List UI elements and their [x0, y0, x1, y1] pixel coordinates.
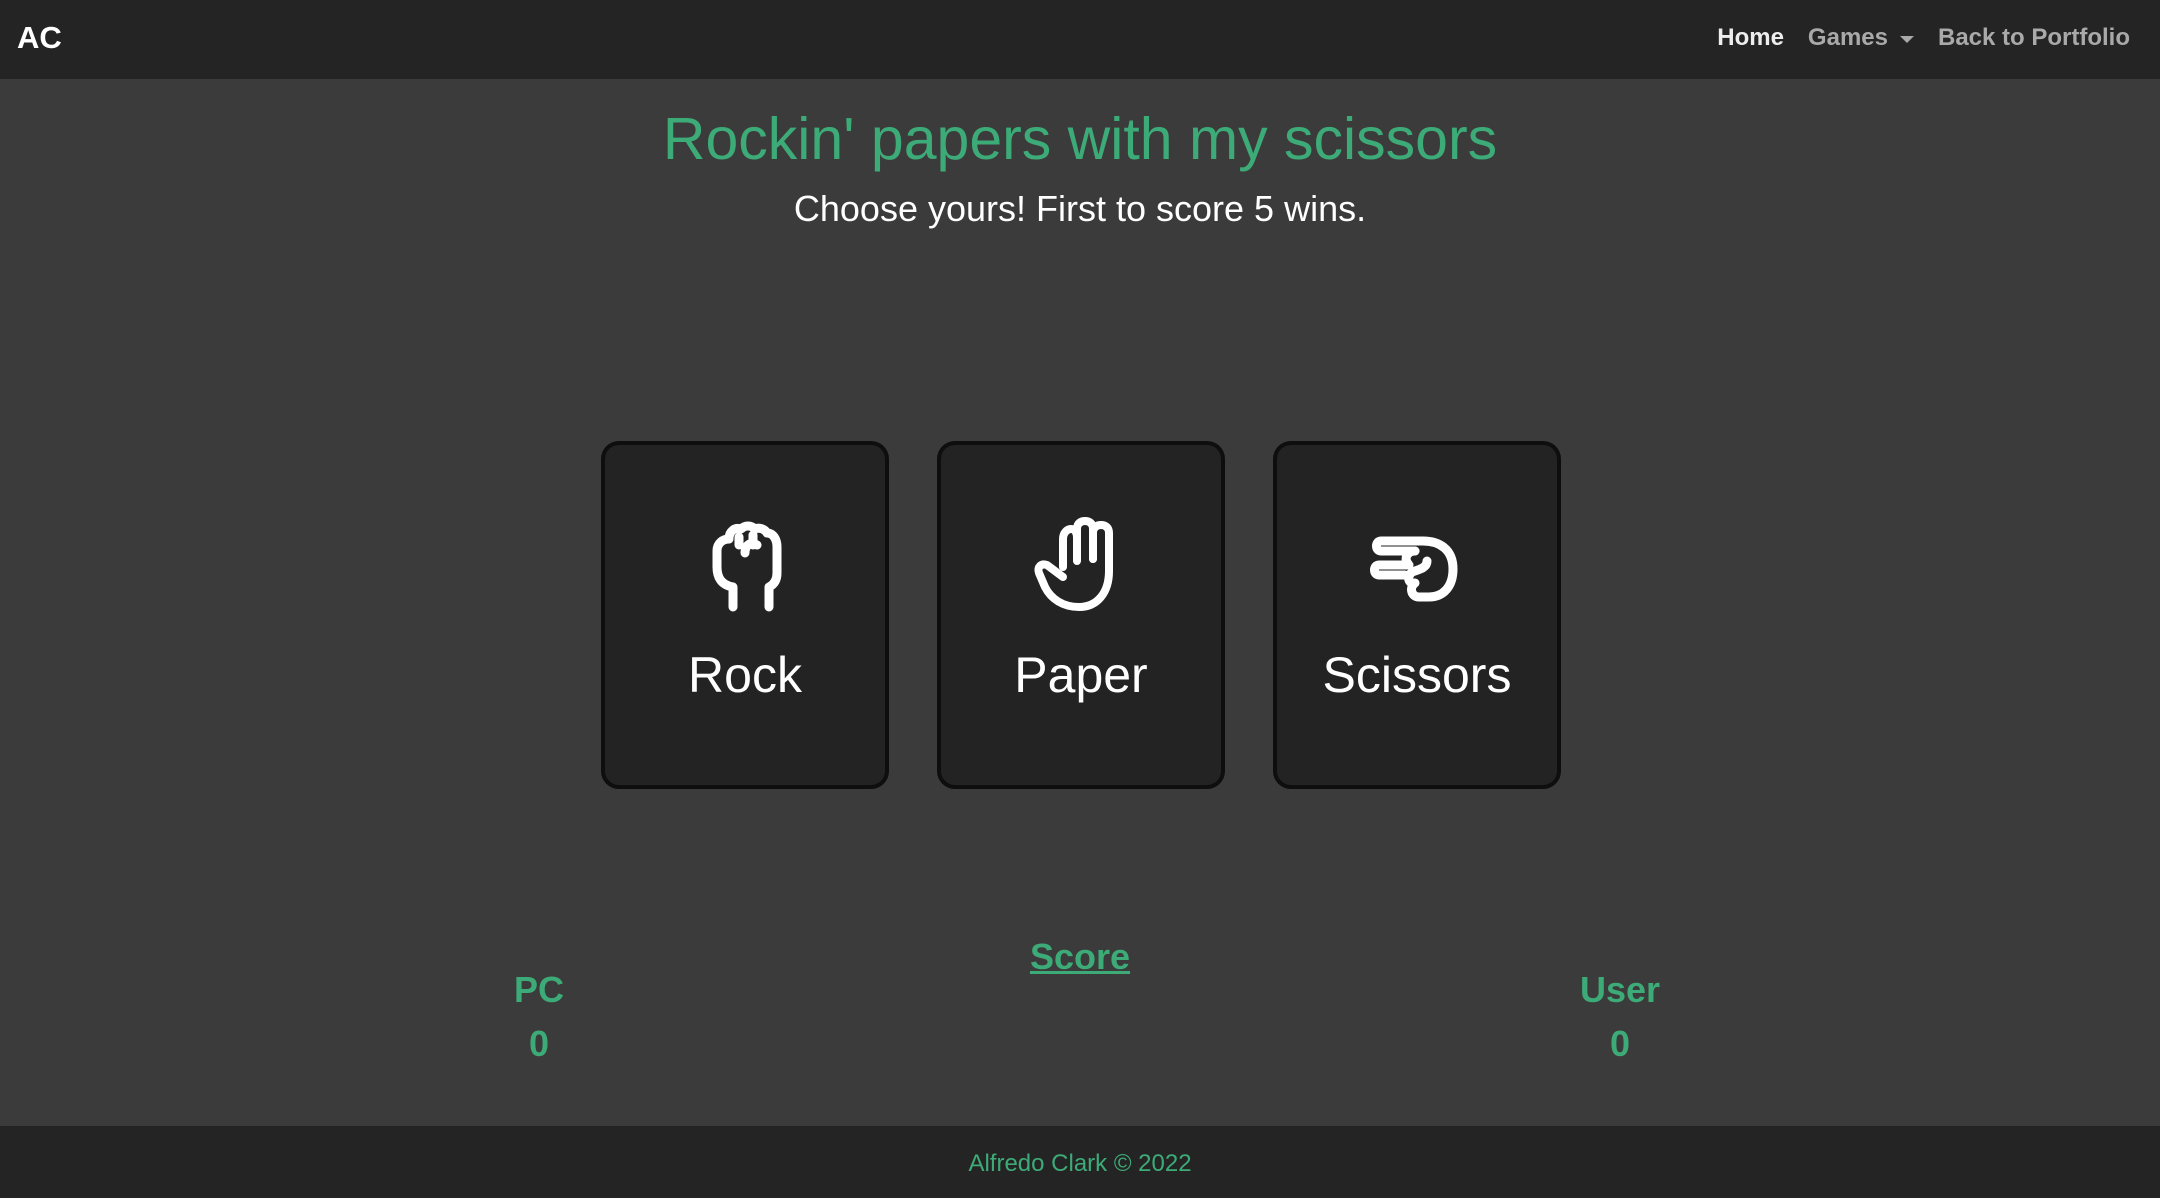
user-score-panel: User 0 — [1520, 968, 1720, 1066]
nav-games-label: Games — [1807, 24, 1888, 51]
navbar: AC Home Games Back to Portfolio — [0, 0, 2160, 79]
paper-label: Paper — [1014, 647, 1148, 703]
paper-button[interactable]: Paper — [937, 441, 1225, 789]
pc-score-value: 0 — [528, 1023, 550, 1064]
brand-logo[interactable]: AC — [17, 18, 62, 58]
user-label: User — [1579, 969, 1661, 1010]
nav-links: Home Games Back to Portfolio — [1693, 18, 2130, 58]
page-title: Rockin' papers with my scissors — [662, 106, 1498, 172]
caret-down-icon — [1899, 35, 1914, 43]
footer-copyright: Alfredo Clark © 2022 — [968, 1150, 1192, 1177]
scissors-button[interactable]: Scissors — [1273, 441, 1561, 789]
rock-button[interactable]: Rock — [601, 441, 889, 789]
open-hand-icon — [1034, 517, 1113, 611]
page-subtitle: Choose yours! First to score 5 wins. — [793, 188, 1367, 229]
fist-icon — [712, 521, 782, 612]
pc-label: PC — [513, 969, 564, 1010]
nav-home-link[interactable]: Home — [1717, 18, 1784, 58]
pc-score-panel: PC 0 — [439, 968, 639, 1066]
score-heading: Score — [1029, 936, 1131, 977]
footer: Alfredo Clark © 2022 — [0, 1126, 2160, 1198]
nav-games-dropdown[interactable]: Games — [1808, 18, 1914, 58]
nav-back-to-portfolio-link[interactable]: Back to Portfolio — [1938, 18, 2130, 58]
scissors-label: Scissors — [1322, 647, 1512, 703]
rock-label: Rock — [688, 647, 802, 703]
scissors-hand-icon — [1370, 536, 1458, 602]
user-score-value: 0 — [1609, 1023, 1631, 1064]
